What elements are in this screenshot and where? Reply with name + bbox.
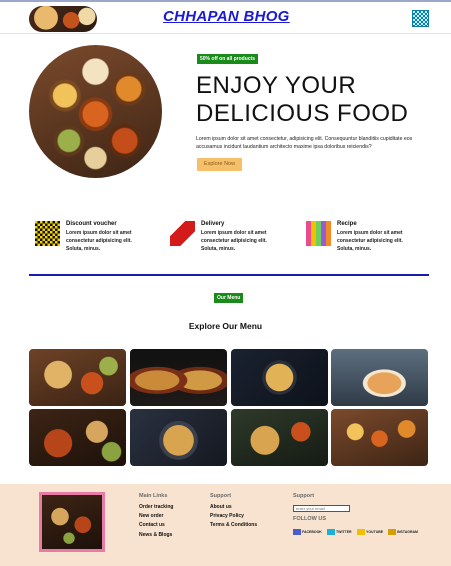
hero-description: Lorem ipsum dolor sit amet consectetur, … (196, 136, 413, 150)
facebook-link[interactable]: FACEBOOK (293, 528, 322, 536)
footer-link-order-tracking[interactable]: Order tracking (139, 504, 173, 510)
footer-link-about-us[interactable]: About us (210, 504, 232, 510)
hero-title-line1: ENJOY YOUR (196, 72, 357, 99)
food-platter-logo[interactable] (29, 6, 97, 32)
feature-description: Lorem ipsum dolor sit amet consectetur a… (66, 230, 132, 252)
twitter-link[interactable]: TWITTER (327, 528, 352, 536)
menu-item-image[interactable] (331, 349, 428, 406)
footer-food-image (39, 492, 105, 552)
main-links-title: Main Links (139, 493, 168, 499)
facebook-label: FACEBOOK (302, 530, 322, 534)
footer-link-news-blogs[interactable]: News & Blogs (139, 532, 172, 538)
feature-title: Discount voucher (66, 221, 117, 227)
feature-delivery: Delivery Lorem ipsum dolor sit amet cons… (170, 219, 290, 259)
footer-link-new-order[interactable]: New order (139, 513, 163, 519)
newsletter-support-title: Support (293, 493, 315, 499)
menu-item-image[interactable] (130, 349, 227, 406)
feature-description: Lorem ipsum dolor sit amet consectetur a… (201, 230, 267, 252)
youtube-icon (357, 529, 365, 536)
recipe-icon (306, 221, 331, 246)
menu-item-image[interactable] (130, 409, 227, 466)
explore-now-button[interactable]: Explore Now (197, 158, 242, 171)
site-footer: Main Links Order tracking New order Cont… (0, 484, 451, 566)
voucher-icon (35, 221, 60, 246)
hero-title: ENJOY YOUR DELICIOUS FOOD (196, 72, 436, 128)
instagram-link[interactable]: INSTAGRAM (388, 528, 418, 536)
our-menu-badge: Our Menu (214, 293, 244, 303)
menu-item-image[interactable] (29, 409, 126, 466)
section-divider (29, 274, 429, 276)
twitter-icon (327, 529, 335, 536)
twitter-label: TWITTER (336, 530, 352, 534)
footer-link-contact-us[interactable]: Contact us (139, 522, 165, 528)
menu-item-image[interactable] (231, 409, 328, 466)
hero-title-line2: DELICIOUS FOOD (196, 100, 409, 127)
menu-icon[interactable] (412, 10, 429, 27)
feature-title: Recipe (337, 221, 357, 227)
menu-item-image[interactable] (231, 349, 328, 406)
site-header: CHHAPAN BHOG (0, 0, 451, 34)
discount-badge: 50% off on all products (197, 54, 259, 64)
menu-item-image[interactable] (29, 349, 126, 406)
footer-link-privacy-policy[interactable]: Privacy Policy (210, 513, 244, 519)
youtube-link[interactable]: YOUTUBE (357, 528, 383, 536)
email-field[interactable] (293, 505, 350, 512)
brand-title[interactable]: CHHAPAN BHOG (163, 8, 290, 25)
follow-us-title: FOLLOW US (293, 516, 326, 522)
feature-recipe: Recipe Lorem ipsum dolor sit amet consec… (306, 219, 426, 259)
instagram-icon (388, 529, 396, 536)
feature-discount-voucher: Discount voucher Lorem ipsum dolor sit a… (35, 219, 155, 259)
feature-title: Delivery (201, 221, 225, 227)
footer-link-terms[interactable]: Terms & Conditions (210, 522, 257, 528)
facebook-icon (293, 529, 301, 536)
support-title: Support (210, 493, 232, 499)
menu-item-image[interactable] (331, 409, 428, 466)
instagram-label: INSTAGRAM (397, 530, 418, 534)
hero-food-image (29, 45, 162, 178)
feature-description: Lorem ipsum dolor sit amet consectetur a… (337, 230, 403, 252)
youtube-label: YOUTUBE (366, 530, 384, 534)
delivery-icon (170, 221, 195, 246)
menu-heading: Explore Our Menu (188, 321, 263, 331)
